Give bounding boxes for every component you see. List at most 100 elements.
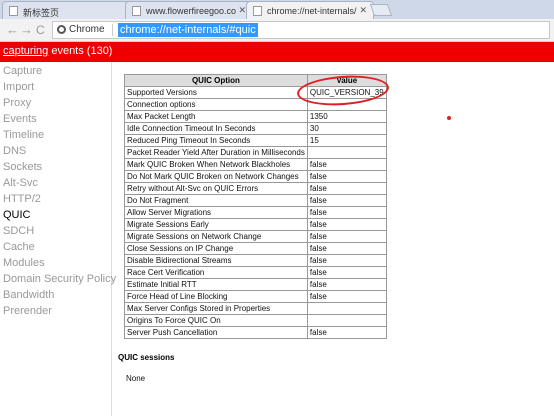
option-name: Estimate Initial RTT (124, 278, 308, 291)
tab-new-tab[interactable]: 新标签页 (2, 1, 137, 19)
page-icon (253, 6, 262, 16)
toolbar: ← → C Chrome chrome://net-internals/#qui… (0, 19, 554, 42)
sidebar-item-dns[interactable]: DNS (3, 145, 26, 157)
tab-label: www.flowerfireegoo.co (146, 6, 237, 16)
url-text[interactable]: chrome://net-internals/#quic (118, 23, 258, 37)
option-name: Do Not Fragment (124, 194, 308, 207)
sidebar-item-proxy[interactable]: Proxy (3, 97, 31, 109)
option-name: Max Packet Length (124, 110, 308, 123)
table-row: Force Head of Line Blocking false (124, 290, 387, 303)
sidebar-item-alt-svc[interactable]: Alt-Svc (3, 177, 38, 189)
sidebar-item-modules[interactable]: Modules (3, 257, 45, 269)
option-name: Server Push Cancellation (124, 326, 308, 339)
option-name: Race Cert Verification (124, 266, 308, 279)
option-name: Mark QUIC Broken When Network Blackholes (124, 158, 308, 171)
option-value: false (306, 218, 387, 231)
table-row: Estimate Initial RTT false (124, 278, 387, 291)
option-value: false (306, 182, 387, 195)
option-value (306, 302, 387, 315)
table-row: Retry without Alt-Svc on QUIC Errors fals… (124, 182, 387, 195)
sidebar-item-timeline[interactable]: Timeline (3, 129, 44, 141)
option-value (306, 146, 387, 159)
option-value: false (306, 326, 387, 339)
table-row: Max Packet Length 1350 (124, 110, 387, 123)
chip-label: Chrome (69, 24, 105, 35)
option-name: Force Head of Line Blocking (124, 290, 308, 303)
page-icon (132, 6, 141, 16)
sidebar-item-bandwidth[interactable]: Bandwidth (3, 289, 54, 301)
option-value: false (306, 278, 387, 291)
sidebar-item-cache[interactable]: Cache (3, 241, 35, 253)
option-name: Migrate Sessions on Network Change (124, 230, 308, 243)
option-value: false (306, 266, 387, 279)
table-row: Migrate Sessions on Network Change false (124, 230, 387, 243)
close-icon[interactable]: ✕ (238, 5, 246, 16)
quic-options-table: QUIC Option Value Supported Versions QUIC… (124, 74, 387, 339)
sidebar-item-capture[interactable]: Capture (3, 65, 42, 77)
new-tab-button[interactable] (369, 4, 393, 16)
option-name: Connection options (124, 98, 308, 111)
page-icon (9, 6, 18, 16)
option-name: Close Sessions on IP Change (124, 242, 308, 255)
sidebar-item-sdch[interactable]: SDCH (3, 225, 34, 237)
option-value: false (306, 194, 387, 207)
table-row: Packet Reader Yield After Duration in Mi… (124, 146, 387, 159)
option-name: Allow Server Migrations (124, 206, 308, 219)
option-value: false (306, 242, 387, 255)
option-name: Disable Bidirectional Streams (124, 254, 308, 267)
close-icon[interactable]: ✕ (359, 5, 367, 16)
address-bar[interactable]: Chrome chrome://net-internals/#quic (52, 21, 550, 39)
table-row: Do Not Fragment false (124, 194, 387, 207)
annotation-dot (447, 116, 451, 120)
sidebar-item-sockets[interactable]: Sockets (3, 161, 42, 173)
option-value: false (306, 158, 387, 171)
table-row: Mark QUIC Broken When Network Blackholes… (124, 158, 387, 171)
option-value: false (306, 290, 387, 303)
tab-net-internals[interactable]: chrome://net-internals/ ✕ (246, 1, 374, 19)
forward-arrow-icon[interactable]: → (20, 22, 33, 38)
events-count: events (130) (51, 45, 113, 57)
column-header-option: QUIC Option (124, 74, 308, 87)
table-row: Idle Connection Timeout In Seconds 30 (124, 122, 387, 135)
tab-label: chrome://net-internals/ (267, 6, 357, 16)
sidebar-item-quic[interactable]: QUIC (3, 209, 31, 221)
sidebar-item-events[interactable]: Events (3, 113, 37, 125)
tab-flowerfireegoo[interactable]: www.flowerfireegoo.co ✕ (125, 1, 253, 19)
option-value: false (306, 254, 387, 267)
sidebar-item-prerender[interactable]: Prerender (3, 305, 52, 317)
option-name: Idle Connection Timeout In Seconds (124, 122, 308, 135)
option-name: Packet Reader Yield After Duration in Mi… (124, 146, 308, 159)
table-row: Max Server Configs Stored in Properties (124, 302, 387, 315)
back-arrow-icon[interactable]: ← (6, 22, 19, 38)
capture-status-bar: capturing events (130) (0, 42, 554, 62)
table-row: Migrate Sessions Early false (124, 218, 387, 231)
option-value: 1350 (306, 110, 387, 123)
chrome-icon (57, 25, 66, 34)
table-row: Allow Server Migrations false (124, 206, 387, 219)
sidebar-item-domain-security-policy[interactable]: Domain Security Policy (3, 273, 116, 285)
divider (112, 24, 113, 36)
option-name: Reduced Ping Timeout In Seconds (124, 134, 308, 147)
option-name: Origins To Force QUIC On (124, 314, 308, 327)
option-name: Max Server Configs Stored in Properties (124, 302, 308, 315)
table-row: Do Not Mark QUIC Broken on Network Chang… (124, 170, 387, 183)
table-row: Disable Bidirectional Streams false (124, 254, 387, 267)
sidebar-item-import[interactable]: Import (3, 81, 34, 93)
tab-strip: 新标签页 www.flowerfireegoo.co ✕ chrome://ne… (0, 0, 554, 19)
sidebar: Capture Import Proxy Events Timeline DNS… (0, 62, 116, 416)
option-name: Do Not Mark QUIC Broken on Network Chang… (124, 170, 308, 183)
chrome-page-chip[interactable]: Chrome (57, 24, 105, 35)
table-row: Close Sessions on IP Change false (124, 242, 387, 255)
option-name: Retry without Alt-Svc on QUIC Errors (124, 182, 308, 195)
option-value: 15 (306, 134, 387, 147)
table-row: Server Push Cancellation false (124, 326, 387, 339)
table-row: Race Cert Verification false (124, 266, 387, 279)
quic-sessions-heading: QUIC sessions (118, 353, 175, 362)
option-value: false (306, 170, 387, 183)
table-row: Origins To Force QUIC On (124, 314, 387, 327)
sidebar-item-http2[interactable]: HTTP/2 (3, 193, 41, 205)
option-value (306, 314, 387, 327)
option-value: false (306, 230, 387, 243)
reload-icon[interactable]: C (36, 22, 45, 38)
capturing-link[interactable]: capturing (3, 45, 48, 57)
